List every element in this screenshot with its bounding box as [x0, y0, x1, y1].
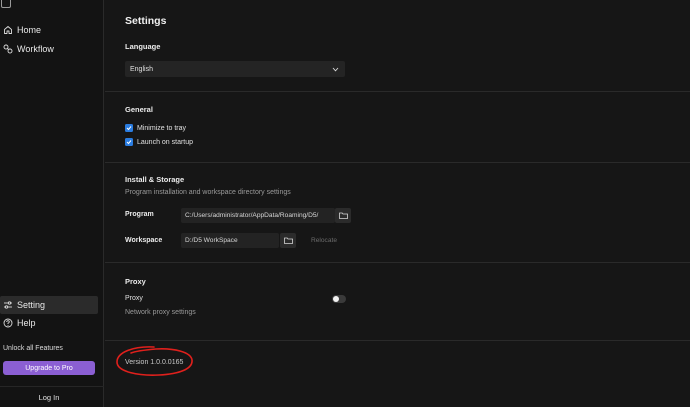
- divider: [105, 162, 690, 163]
- divider: [105, 262, 690, 263]
- divider: [105, 340, 690, 341]
- workflow-icon: [3, 44, 13, 54]
- minimize-to-tray-option[interactable]: Minimize to tray: [125, 124, 186, 132]
- install-storage-description: Program installation and workspace direc…: [125, 189, 291, 196]
- login-button[interactable]: Log In: [0, 393, 98, 402]
- language-heading: Language: [125, 42, 161, 51]
- launch-on-startup-option[interactable]: Launch on startup: [125, 138, 193, 146]
- workspace-browse-button[interactable]: [280, 233, 296, 248]
- folder-icon: [338, 212, 348, 219]
- app-logo-icon: [1, 0, 11, 8]
- sidebar-item-label: Home: [17, 25, 42, 35]
- launch-on-startup-checkbox[interactable]: [125, 138, 133, 146]
- minimize-to-tray-checkbox[interactable]: [125, 124, 133, 132]
- sidebar-item-home[interactable]: Home: [0, 21, 41, 39]
- relocate-button[interactable]: Relocate: [311, 237, 337, 244]
- sidebar-item-label: Help: [17, 318, 36, 328]
- unlock-features-text: Unlock all Features: [3, 345, 63, 352]
- sidebar-item-help[interactable]: Help: [0, 314, 36, 332]
- checkbox-label: Minimize to tray: [137, 124, 187, 132]
- toggle-knob: [333, 296, 339, 302]
- workspace-label: Workspace: [125, 237, 163, 244]
- sidebar-item-label: Workflow: [17, 44, 54, 54]
- checkmark-icon: [126, 140, 132, 145]
- proxy-label: Proxy: [125, 295, 143, 302]
- divider: [105, 91, 690, 92]
- sidebar-item-setting[interactable]: Setting: [0, 296, 98, 314]
- folder-icon: [283, 237, 293, 244]
- sliders-icon: [4, 301, 12, 309]
- install-storage-heading: Install & Storage: [125, 175, 185, 184]
- proxy-heading: Proxy: [125, 277, 146, 286]
- sidebar: Home Workflow Setting Help Unlock all Fe…: [0, 0, 104, 407]
- language-select[interactable]: English: [125, 61, 345, 77]
- page-title: Settings: [125, 15, 167, 27]
- upgrade-to-pro-button[interactable]: Upgrade to Pro: [3, 361, 95, 375]
- workspace-path-field[interactable]: D:/D5 WorkSpace: [181, 233, 279, 248]
- divider: [0, 386, 104, 387]
- help-icon: [3, 318, 13, 328]
- general-heading: General: [125, 105, 153, 114]
- proxy-toggle[interactable]: [332, 295, 346, 303]
- proxy-description: Network proxy settings: [125, 309, 196, 316]
- sidebar-item-workflow[interactable]: Workflow: [0, 40, 54, 58]
- chevron-down-icon: [332, 67, 339, 71]
- program-label: Program: [125, 211, 154, 218]
- program-browse-button[interactable]: [335, 208, 351, 223]
- program-path-field[interactable]: C:/Users/administrator/AppData/Roaming/D…: [181, 208, 335, 223]
- checkmark-icon: [126, 126, 132, 131]
- home-icon: [4, 26, 12, 34]
- sidebar-item-label: Setting: [17, 300, 46, 310]
- checkbox-label: Launch on startup: [137, 138, 194, 146]
- language-select-value: English: [130, 65, 153, 73]
- annotation-circle: [116, 346, 193, 376]
